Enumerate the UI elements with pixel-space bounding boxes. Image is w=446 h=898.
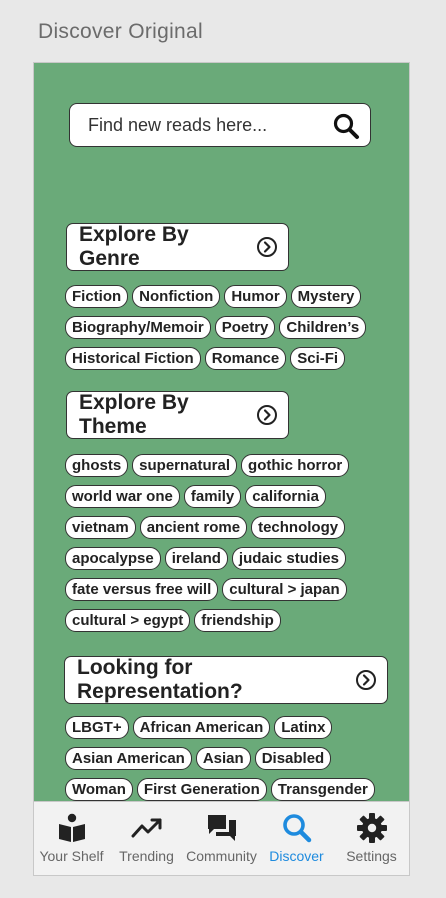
genre-tag[interactable]: Biography/Memoir (65, 316, 211, 339)
tab-label: Community (186, 848, 257, 864)
search-icon[interactable] (332, 112, 360, 140)
theme-tag[interactable]: fate versus free will (65, 578, 219, 601)
gear-icon (356, 813, 387, 843)
chevron-right-circle-icon (257, 237, 277, 257)
genre-tag[interactable]: Historical Fiction (65, 347, 201, 370)
theme-tag[interactable]: world war one (65, 485, 180, 508)
theme-tag[interactable]: vietnam (65, 516, 136, 539)
trending-up-icon (131, 818, 161, 838)
search-input[interactable] (88, 104, 328, 146)
theme-tag[interactable]: ancient rome (139, 516, 248, 539)
theme-tag[interactable]: family (183, 485, 242, 508)
theme-tag[interactable]: technology (251, 516, 346, 539)
genre-tag[interactable]: Romance (204, 347, 287, 370)
representation-tags: LBGT+ African American Latinx Asian Amer… (65, 716, 395, 801)
genre-tag[interactable]: Sci-Fi (290, 347, 346, 370)
theme-tag[interactable]: ghosts (65, 454, 129, 477)
tab-label: Discover (269, 848, 324, 864)
search-bar[interactable] (69, 103, 371, 147)
theme-tag[interactable]: supernatural (132, 454, 238, 477)
genre-tag[interactable]: Mystery (290, 285, 362, 308)
genre-tag[interactable]: Poetry (214, 316, 276, 339)
theme-tag[interactable]: gothic horror (241, 454, 350, 477)
representation-tag[interactable]: Disabled (254, 747, 332, 770)
representation-tag[interactable]: African American (132, 716, 271, 739)
tab-bar: Your Shelf Trending Community Discover S… (34, 801, 409, 875)
explore-genre-label: Explore By Genre (79, 223, 189, 270)
representation-tag[interactable]: Asian (195, 747, 251, 770)
genre-tags: Fiction Nonfiction Humor Mystery Biograp… (65, 285, 395, 370)
tab-your-shelf[interactable]: Your Shelf (34, 802, 109, 875)
genre-tag[interactable]: Children’s (279, 316, 367, 339)
representation-tag[interactable]: Asian American (65, 747, 192, 770)
tab-label: Your Shelf (39, 848, 104, 864)
genre-tag[interactable]: Fiction (65, 285, 129, 308)
tab-label: Trending (119, 848, 174, 864)
chevron-right-circle-icon (356, 670, 376, 690)
tab-trending[interactable]: Trending (109, 802, 184, 875)
explore-genre-button[interactable]: Explore By Genre (66, 223, 289, 271)
representation-tag[interactable]: Latinx (274, 716, 333, 739)
theme-tag[interactable]: apocalypse (65, 547, 161, 570)
tab-community[interactable]: Community (184, 802, 259, 875)
theme-tag[interactable]: cultural > egypt (65, 609, 191, 632)
theme-tag[interactable]: cultural > japan (222, 578, 347, 601)
theme-tag[interactable]: judaic studies (231, 547, 346, 570)
page-title: Discover Original (38, 20, 203, 43)
representation-label: Looking for Representation? (77, 656, 243, 703)
tab-discover[interactable]: Discover (259, 802, 334, 875)
book-reader-icon (58, 813, 85, 842)
theme-tags: ghosts supernatural gothic horror world … (65, 454, 395, 632)
theme-tag[interactable]: california (245, 485, 326, 508)
chat-bubbles-icon (207, 815, 236, 841)
genre-tag[interactable]: Humor (224, 285, 287, 308)
representation-tag[interactable]: LBGT+ (65, 716, 129, 739)
genre-tag[interactable]: Nonfiction (132, 285, 221, 308)
tab-label: Settings (346, 848, 397, 864)
chevron-right-circle-icon (257, 405, 277, 425)
explore-theme-button[interactable]: Explore By Theme (66, 391, 289, 439)
theme-tag[interactable]: ireland (164, 547, 228, 570)
explore-theme-label: Explore By Theme (79, 391, 189, 438)
representation-tag[interactable]: Woman (65, 778, 133, 801)
search-icon (282, 814, 311, 843)
representation-button[interactable]: Looking for Representation? (64, 656, 388, 704)
tab-settings[interactable]: Settings (334, 802, 409, 875)
representation-tag[interactable]: First Generation (136, 778, 267, 801)
representation-tag[interactable]: Transgender (270, 778, 375, 801)
theme-tag[interactable]: friendship (194, 609, 281, 632)
phone-screen: Explore By Genre Fiction Nonfiction Humo… (33, 62, 410, 876)
